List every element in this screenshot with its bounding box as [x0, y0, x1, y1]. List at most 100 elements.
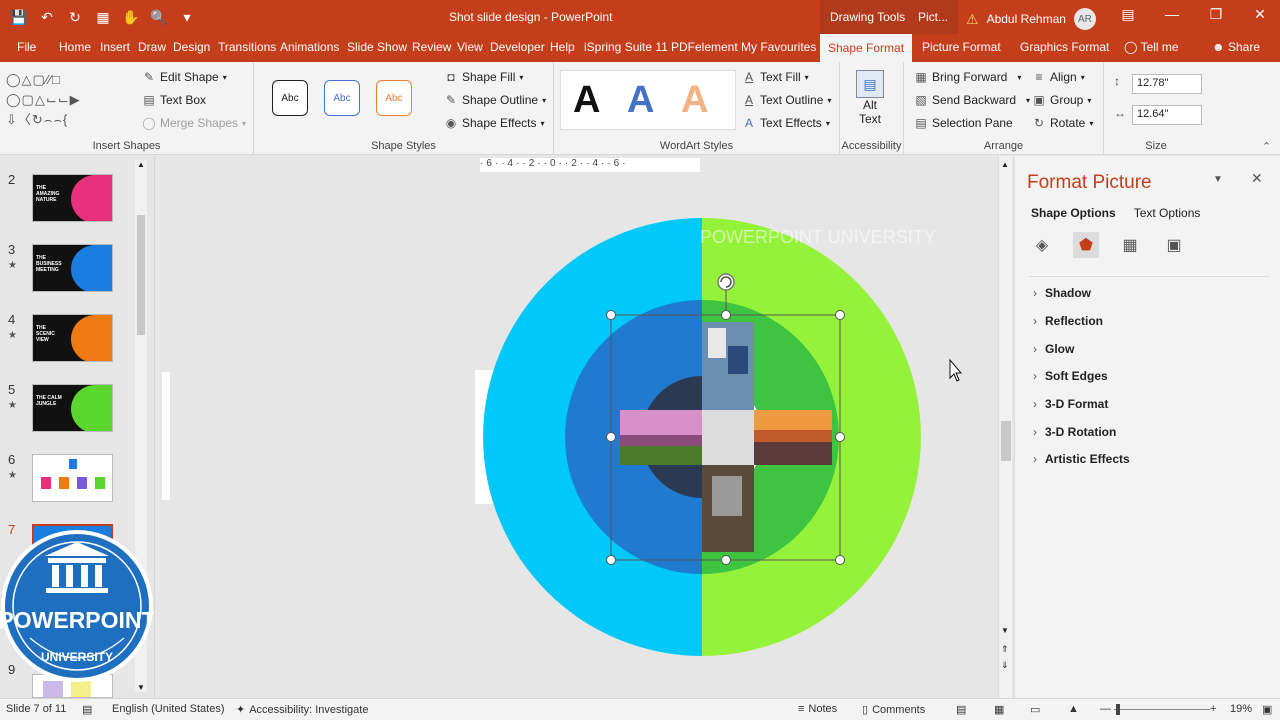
- tab-help[interactable]: Help: [550, 40, 575, 54]
- group-button[interactable]: ▣ Group ▾: [1032, 93, 1091, 107]
- slide-thumbnail-2[interactable]: THE AMAZING NATURE: [32, 174, 113, 222]
- tab-view[interactable]: View: [457, 40, 483, 54]
- zoom-slider[interactable]: [1114, 709, 1210, 710]
- canvas-scrollbar[interactable]: ▲ ▼ ⇑ ⇓: [998, 156, 1012, 698]
- close-pane-icon[interactable]: ✕: [1251, 170, 1263, 187]
- text-options-tab[interactable]: Text Options: [1134, 206, 1201, 220]
- shapes-gallery[interactable]: ◯△▢∕∕□ ◯▢△⌙⌙▶ ⇩〈↻⌢⌢{: [6, 70, 130, 128]
- selection-pane-button[interactable]: ▤ Selection Pane: [914, 116, 1012, 130]
- slideshow-view-icon[interactable]: ▲: [1068, 703, 1079, 715]
- text-box-button[interactable]: ▤ Text Box: [142, 93, 206, 107]
- ribbon-display-icon[interactable]: ▤: [1106, 6, 1150, 23]
- tab-design[interactable]: Design: [173, 40, 210, 54]
- text-outline-button[interactable]: A Text Outline ▾: [742, 93, 831, 107]
- slide-thumbnail-6[interactable]: [32, 454, 113, 502]
- wordart-sample-orange[interactable]: A: [681, 79, 708, 122]
- spelling-check-icon[interactable]: ▤: [82, 703, 92, 716]
- tab-file[interactable]: File: [17, 40, 36, 54]
- shape-effects-button[interactable]: ◉ Shape Effects ▾: [444, 116, 545, 130]
- send-backward-button[interactable]: ▧ Send Backward ▾: [914, 93, 1030, 107]
- scroll-down-icon[interactable]: ▼: [1001, 626, 1009, 635]
- redo-icon[interactable]: ↻: [64, 6, 86, 28]
- print-preview-icon[interactable]: 🔍: [148, 6, 170, 28]
- language-indicator[interactable]: English (United States): [112, 703, 225, 715]
- tab-review[interactable]: Review: [412, 40, 451, 54]
- save-icon[interactable]: 💾: [8, 6, 30, 28]
- minimize-icon[interactable]: —: [1150, 6, 1194, 23]
- tab-animations[interactable]: Animations: [280, 40, 339, 54]
- fill-line-icon[interactable]: ◈: [1029, 232, 1055, 258]
- text-effects-button[interactable]: A Text Effects ▾: [742, 116, 830, 130]
- tab-my-favourites[interactable]: My Favourites: [741, 40, 816, 54]
- section-3d-rotation[interactable]: › 3-D Rotation: [1033, 425, 1116, 439]
- zoom-slider-thumb[interactable]: [1116, 704, 1120, 715]
- section-glow[interactable]: › Glow: [1033, 342, 1074, 356]
- scroll-thumb[interactable]: [137, 215, 145, 335]
- tab-ispring[interactable]: iSpring Suite 11: [584, 40, 668, 54]
- touch-mode-icon[interactable]: ✋: [120, 6, 142, 28]
- next-slide-icon[interactable]: ⇓: [1001, 660, 1009, 671]
- tab-pdfelement[interactable]: PDFelement: [671, 40, 738, 54]
- picture-icon[interactable]: ▣: [1161, 232, 1187, 258]
- tab-home[interactable]: Home: [59, 40, 91, 54]
- shape-fill-button[interactable]: ◘ Shape Fill ▾: [444, 70, 523, 84]
- tell-me-button[interactable]: ◯ Tell me: [1124, 40, 1179, 54]
- comments-button[interactable]: ▯ Comments: [862, 703, 925, 717]
- undo-icon[interactable]: ↶: [36, 6, 58, 28]
- wordart-sample-blue[interactable]: A: [627, 79, 654, 122]
- edit-shape-button[interactable]: ✎ Edit Shape ▾: [142, 70, 227, 84]
- zoom-in-icon[interactable]: +: [1210, 703, 1216, 715]
- tab-developer[interactable]: Developer: [490, 40, 545, 54]
- reading-view-icon[interactable]: ▭: [1030, 703, 1040, 716]
- section-soft-edges[interactable]: › Soft Edges: [1033, 369, 1108, 383]
- rotation-handle[interactable]: [717, 273, 735, 291]
- rotate-button[interactable]: ↻ Rotate ▾: [1032, 116, 1093, 130]
- scroll-thumb[interactable]: [1001, 421, 1011, 461]
- present-icon[interactable]: ▦: [92, 6, 114, 28]
- user-account[interactable]: ⚠ Abdul Rehman AR: [966, 8, 1096, 30]
- zoom-out-icon[interactable]: —: [1100, 703, 1111, 715]
- wordart-gallery[interactable]: A A A: [560, 70, 736, 130]
- notes-button[interactable]: ≡ Notes: [798, 703, 837, 715]
- shape-outline-button[interactable]: ✎ Shape Outline ▾: [444, 93, 546, 107]
- scroll-down-icon[interactable]: ▼: [137, 683, 145, 692]
- slide-thumbnail-4[interactable]: THE SCENIC VIEW: [32, 314, 113, 362]
- pane-options-chevron-icon[interactable]: ▼: [1213, 174, 1223, 185]
- width-input[interactable]: 12.64": [1132, 105, 1202, 125]
- slide-canvas[interactable]: POWERPOINT UNIVERSITY: [156, 156, 998, 698]
- style-sample-orange[interactable]: Abc: [376, 80, 412, 116]
- align-button[interactable]: ≡ Align ▾: [1032, 70, 1084, 84]
- slide-thumbnail-5[interactable]: THE CALM JUNGLE: [32, 384, 113, 432]
- tab-shape-format[interactable]: Shape Format: [820, 34, 913, 62]
- restore-icon[interactable]: ❐: [1194, 6, 1238, 23]
- bring-forward-button[interactable]: ▦ Bring Forward ▾: [914, 70, 1021, 84]
- text-fill-button[interactable]: A Text Fill ▾: [742, 70, 809, 84]
- tab-insert[interactable]: Insert: [100, 40, 130, 54]
- tab-picture-format[interactable]: Picture Format: [922, 40, 1001, 54]
- slide-sorter-icon[interactable]: ▦: [994, 703, 1004, 716]
- customize-qat-icon[interactable]: ▾: [176, 6, 198, 28]
- tab-graphics-format[interactable]: Graphics Format: [1020, 40, 1109, 54]
- height-input[interactable]: 12.78": [1132, 74, 1202, 94]
- effects-pentagon-icon[interactable]: ⬟: [1073, 232, 1099, 258]
- style-sample-black[interactable]: Abc: [272, 80, 308, 116]
- tab-slide-show[interactable]: Slide Show: [347, 40, 407, 54]
- zoom-level[interactable]: 19%: [1230, 703, 1252, 715]
- collapse-ribbon-icon[interactable]: ⌃: [1262, 140, 1271, 153]
- previous-slide-icon[interactable]: ⇑: [1001, 644, 1009, 655]
- share-button[interactable]: ☻ Share: [1212, 40, 1260, 54]
- section-artistic-effects[interactable]: › Artistic Effects: [1033, 452, 1130, 466]
- normal-view-icon[interactable]: ▤: [956, 703, 966, 716]
- alt-text-button[interactable]: ▤ Alt Text: [856, 70, 884, 126]
- slide-thumbnail-3[interactable]: THE BUSINESS MEETING: [32, 244, 113, 292]
- scroll-up-icon[interactable]: ▲: [1001, 160, 1009, 169]
- scroll-up-icon[interactable]: ▲: [137, 160, 145, 169]
- fit-slide-icon[interactable]: ▣: [1262, 703, 1272, 716]
- tab-transitions[interactable]: Transitions: [218, 40, 276, 54]
- close-icon[interactable]: ✕: [1238, 6, 1280, 23]
- section-3d-format[interactable]: › 3-D Format: [1033, 397, 1108, 411]
- section-shadow[interactable]: › Shadow: [1033, 286, 1091, 300]
- section-reflection[interactable]: › Reflection: [1033, 314, 1103, 328]
- shape-options-tab[interactable]: Shape Options: [1031, 206, 1116, 220]
- tab-draw[interactable]: Draw: [138, 40, 166, 54]
